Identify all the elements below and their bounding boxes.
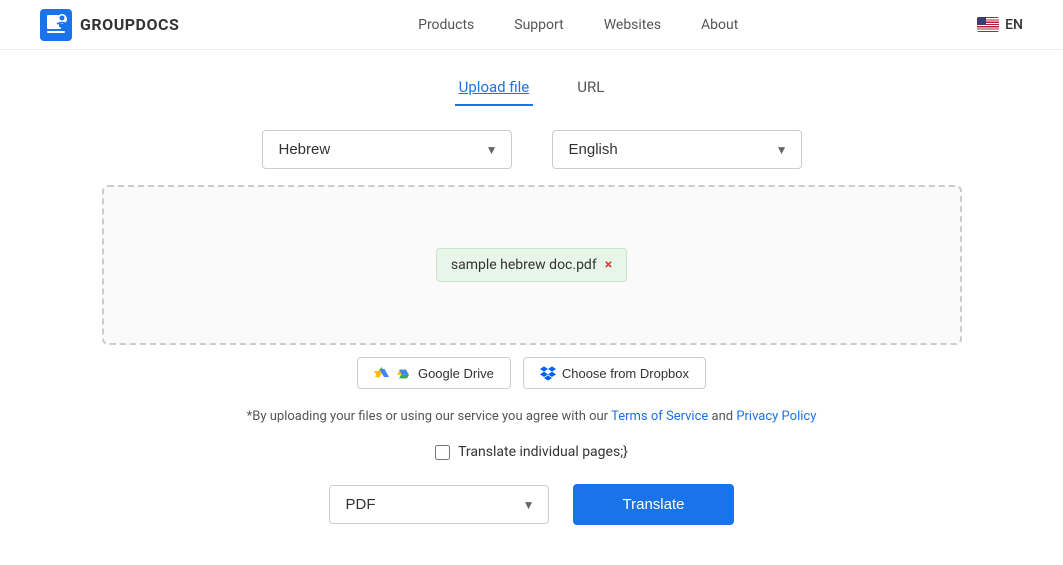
source-language-select[interactable]: Hebrew English French German Spanish	[262, 130, 512, 169]
bottom-row: PDF DOCX TXT HTML XLSX ▼ Translate	[102, 484, 962, 525]
terms-text: *By uploading your files or using our se…	[102, 409, 962, 424]
dropbox-label: Choose from Dropbox	[562, 366, 689, 381]
logo-text: GROUPDOCS	[80, 15, 179, 34]
google-drive-label: Google Drive	[418, 366, 494, 381]
format-select[interactable]: PDF DOCX TXT HTML XLSX	[329, 485, 549, 524]
tab-url[interactable]: URL	[573, 70, 608, 106]
header: GROUPDOCS Products Support Websites Abou…	[0, 0, 1063, 50]
language-selector[interactable]: EN	[977, 17, 1023, 33]
tab-bar: Upload file URL	[102, 70, 962, 106]
upload-drop-zone[interactable]: sample hebrew doc.pdf ×	[102, 185, 962, 345]
language-dropdowns: Hebrew English French German Spanish ▼ E…	[102, 130, 962, 169]
nav-item-about[interactable]: About	[701, 17, 738, 33]
cloud-buttons-row: Google Drive Choose from Dropbox	[102, 357, 962, 389]
translate-button[interactable]: Translate	[573, 484, 735, 525]
logo-area: GROUPDOCS	[40, 9, 179, 41]
privacy-policy-link[interactable]: Privacy Policy	[736, 409, 816, 424]
google-drive-button[interactable]: Google Drive	[357, 357, 511, 389]
dropbox-button[interactable]: Choose from Dropbox	[523, 357, 706, 389]
translate-pages-label[interactable]: Translate individual pages;}	[458, 444, 628, 460]
target-language-select[interactable]: English Hebrew French German Spanish	[552, 130, 802, 169]
translate-pages-checkbox[interactable]	[435, 445, 450, 460]
nav-item-support[interactable]: Support	[514, 17, 563, 33]
google-drive-icon	[374, 365, 390, 381]
terms-middle: and	[708, 409, 736, 424]
main-content: Upload file URL Hebrew English French Ge…	[82, 50, 982, 565]
google-drive-logo	[396, 365, 412, 381]
file-name: sample hebrew doc.pdf	[451, 257, 597, 273]
source-language-wrapper: Hebrew English French German Spanish ▼	[262, 130, 512, 169]
dropbox-icon	[540, 365, 556, 381]
terms-prefix: *By uploading your files or using our se…	[247, 409, 611, 424]
remove-file-button[interactable]: ×	[605, 258, 612, 272]
lang-code: EN	[1005, 17, 1023, 33]
flag-icon	[977, 17, 999, 32]
uploaded-file-chip: sample hebrew doc.pdf ×	[436, 248, 627, 282]
main-nav: Products Support Websites About	[418, 17, 738, 33]
format-dropdown-wrapper: PDF DOCX TXT HTML XLSX ▼	[329, 485, 549, 524]
terms-of-service-link[interactable]: Terms of Service	[611, 409, 708, 424]
tab-upload-file[interactable]: Upload file	[455, 70, 534, 106]
nav-item-websites[interactable]: Websites	[604, 17, 661, 33]
checkbox-row: Translate individual pages;}	[102, 444, 962, 460]
logo-icon	[40, 9, 72, 41]
nav-item-products[interactable]: Products	[418, 17, 474, 33]
target-language-wrapper: English Hebrew French German Spanish ▼	[552, 130, 802, 169]
